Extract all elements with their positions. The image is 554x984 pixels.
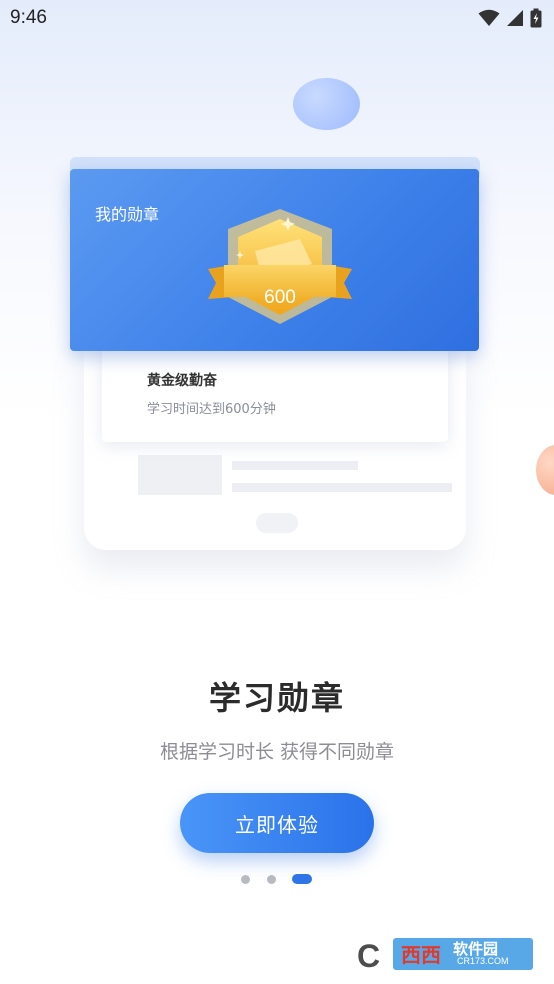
- status-icons: [478, 8, 542, 28]
- placeholder-line: [232, 461, 358, 470]
- try-now-button[interactable]: 立即体验: [180, 793, 374, 853]
- medal-card: 我的勋章 600: [70, 169, 479, 351]
- medal-card-title: 我的勋章: [95, 205, 160, 224]
- page-title: 学习勋章: [208, 679, 345, 717]
- page-subtitle: 根据学习时长 获得不同勋章: [159, 741, 395, 763]
- placeholder-block: [138, 455, 222, 495]
- status-time: 9:46: [10, 7, 47, 28]
- medal-value: 600: [264, 287, 296, 308]
- watermark-c-logo: C: [357, 938, 381, 974]
- badge-name: 黄金级勤奋: [147, 373, 217, 389]
- placeholder-line: [232, 483, 452, 492]
- wifi-icon: [478, 9, 500, 26]
- medal-icon: [208, 209, 352, 324]
- phone-home-button: [256, 513, 298, 533]
- status-bar: 9:46: [0, 0, 554, 40]
- try-now-label: 立即体验: [235, 812, 319, 837]
- medal-illustration: 黄金级勤奋 学习时间达到600分钟 我的勋章 600: [60, 155, 490, 575]
- phone-content-placeholder: [120, 455, 460, 515]
- decor-bubble-orange: [536, 445, 554, 495]
- badge-info-sheet: 黄金级勤奋 学习时间达到600分钟: [102, 337, 448, 442]
- gold-medal: 600: [200, 209, 360, 339]
- page-dot-1[interactable]: [241, 875, 250, 884]
- badge-description: 学习时间达到600分钟: [147, 402, 276, 417]
- page-dot-2[interactable]: [267, 875, 276, 884]
- page-dot-3-active[interactable]: [292, 874, 312, 884]
- watermark-brand: 西西: [401, 943, 441, 967]
- decor-bubble-blue: [293, 78, 360, 130]
- signal-icon: [507, 10, 523, 26]
- battery-charging-icon: [530, 8, 542, 28]
- watermark-url: CR173.COM: [457, 956, 509, 966]
- watermark-logo: C 西西 软件园 CR173.COM: [357, 936, 535, 974]
